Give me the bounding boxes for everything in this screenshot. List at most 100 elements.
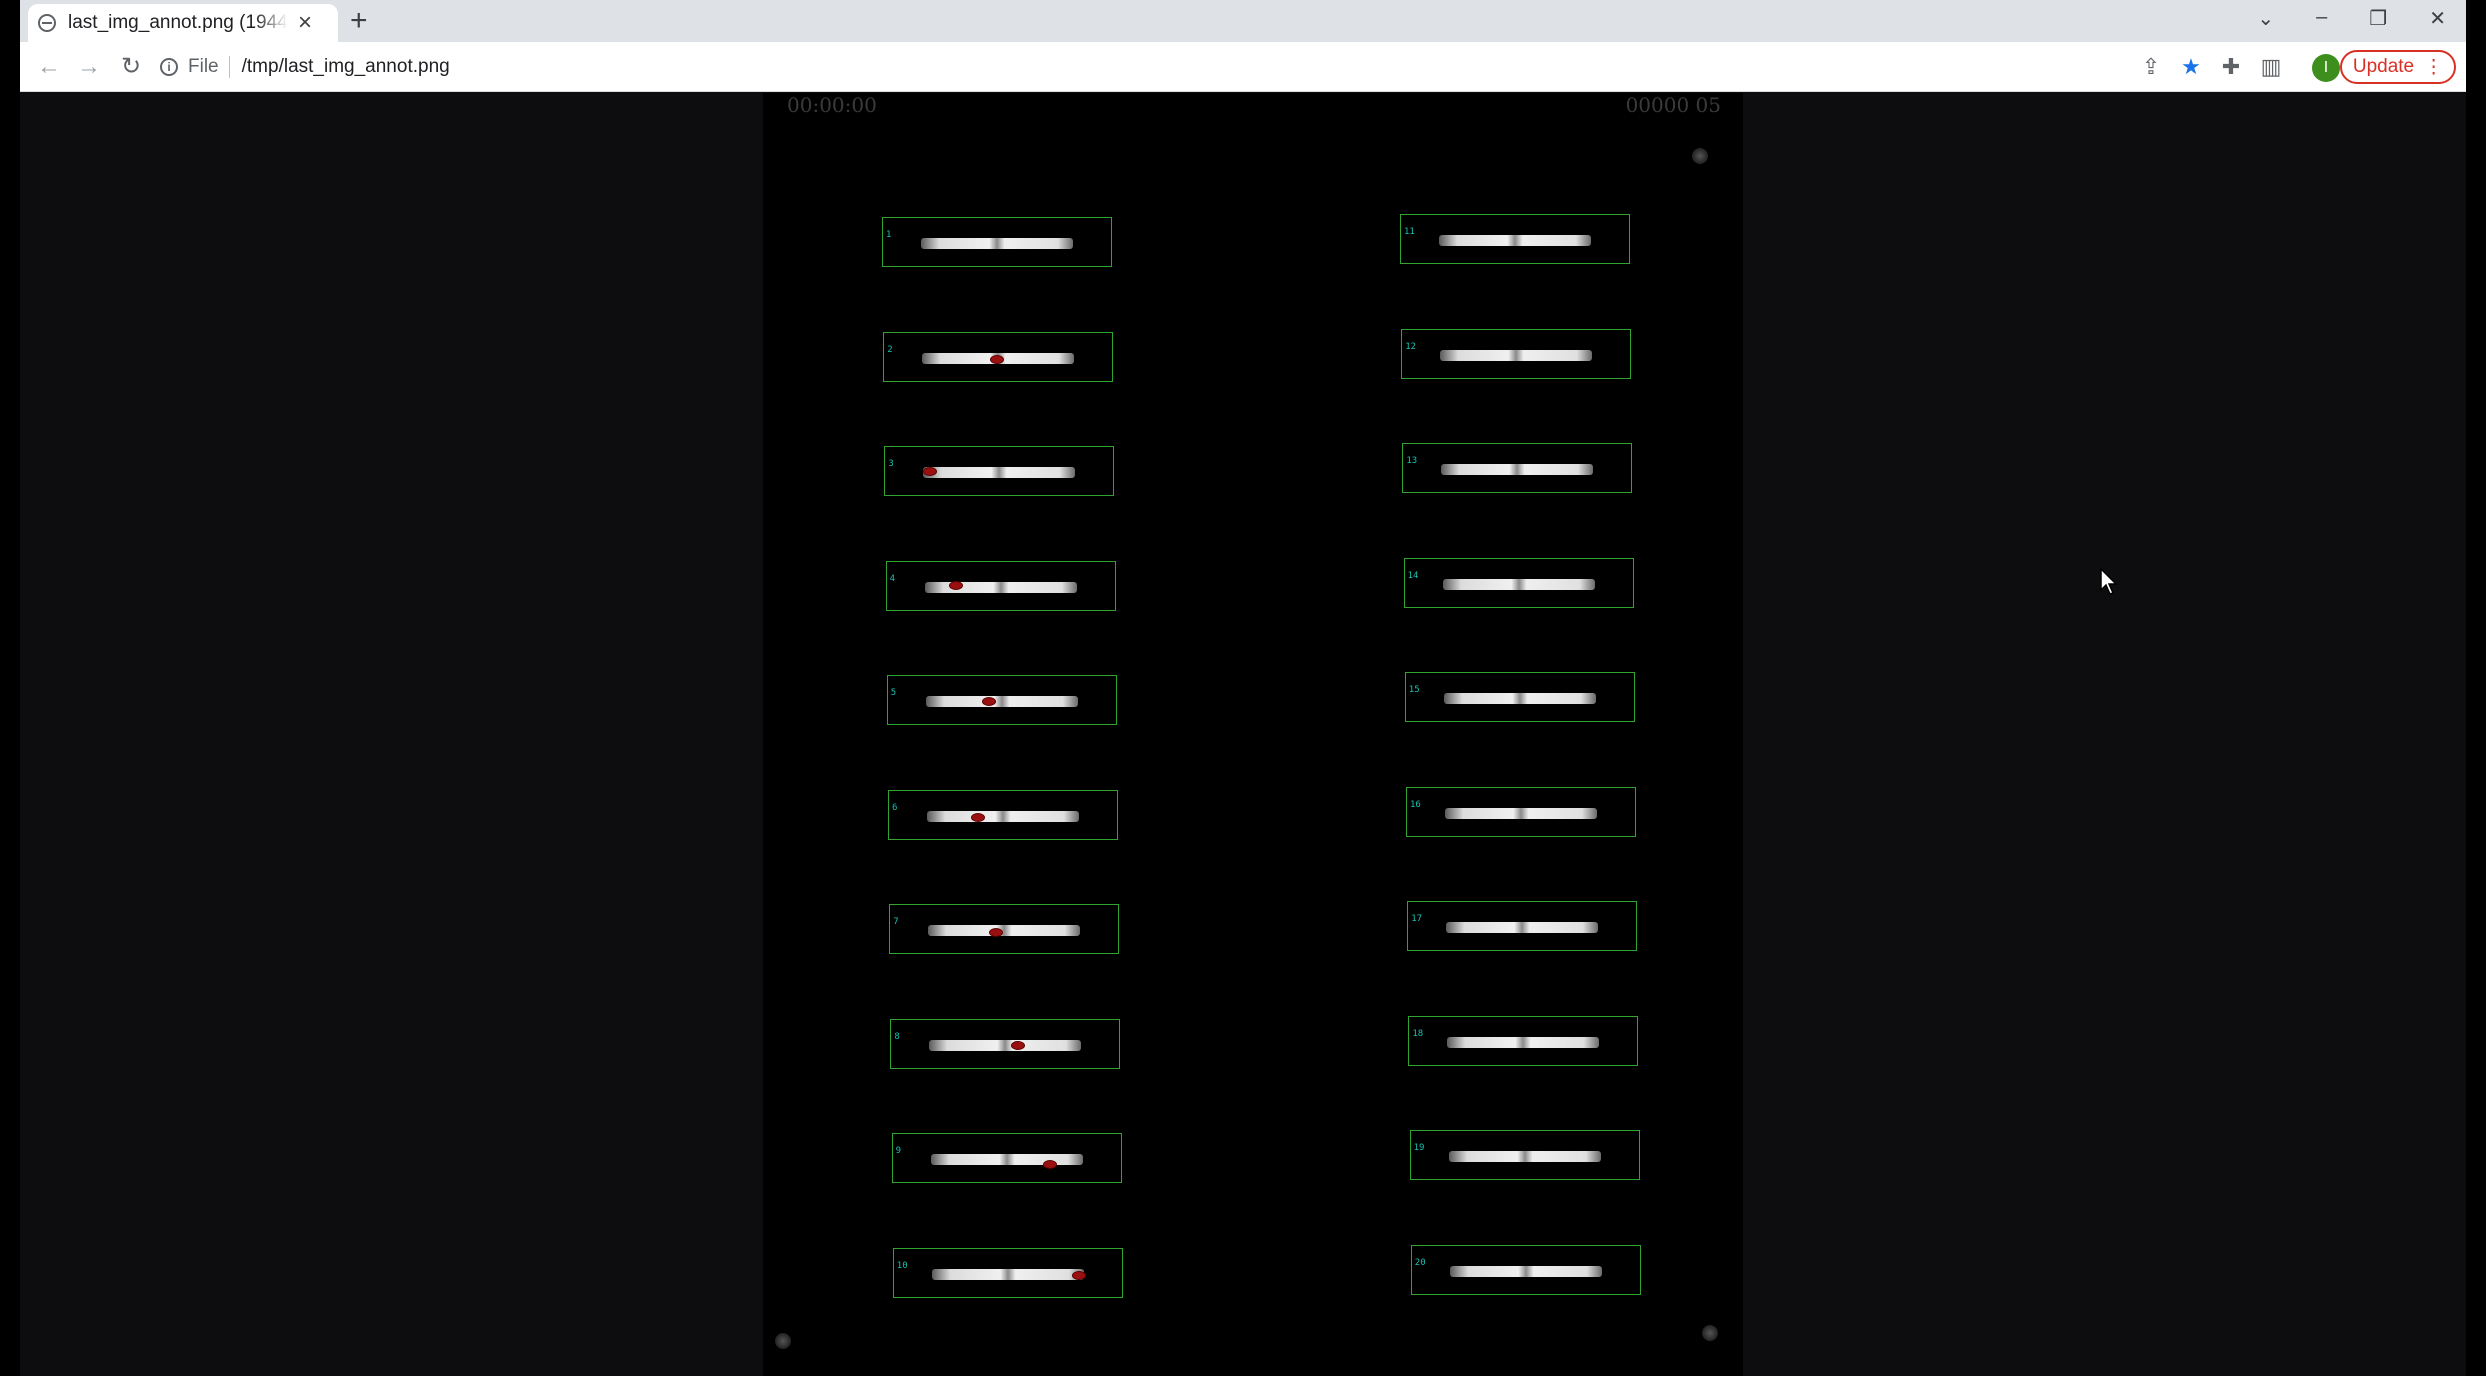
specimen-stripe <box>1447 1036 1600 1048</box>
address-bar[interactable]: i File /tmp/last_img_annot.png <box>160 48 2140 86</box>
well-box: 18 <box>1408 1015 1639 1066</box>
scheme-label: File <box>188 56 219 77</box>
back-arrow-icon[interactable]: ← <box>32 50 66 84</box>
specimen-stripe <box>925 696 1078 707</box>
reload-icon[interactable]: ↻ <box>114 50 148 84</box>
specimen-stripe <box>1443 693 1596 704</box>
well-box: 7 <box>889 904 1120 954</box>
detected-blob <box>990 354 1005 364</box>
well-label: 8 <box>894 1031 900 1042</box>
star-icon[interactable]: ★ <box>2176 52 2206 82</box>
well-box: 8 <box>890 1018 1121 1069</box>
restore-button[interactable]: ❐ <box>2369 6 2387 31</box>
url-text[interactable]: /tmp/last_img_annot.png <box>242 56 450 78</box>
specimen-stripe <box>1445 807 1597 819</box>
specimen-stripe <box>928 925 1081 936</box>
update-button[interactable]: Update ⋮ <box>2340 50 2456 84</box>
well-label: 9 <box>895 1146 902 1156</box>
extensions-icon[interactable]: ✚ <box>2216 52 2246 82</box>
specimen-stripe <box>924 581 1077 593</box>
well-box: 10 <box>892 1247 1123 1298</box>
well-box: 14 <box>1403 557 1634 608</box>
side-panel-icon[interactable]: ▥ <box>2256 52 2286 82</box>
tab-active[interactable]: last_img_annot.png (1944× × <box>28 4 338 42</box>
well-label: 6 <box>892 802 898 813</box>
toolbar: ← → ↻ i File /tmp/last_img_annot.png ⇪ ★… <box>20 42 2466 92</box>
info-icon[interactable]: i <box>160 58 178 76</box>
well-box: 13 <box>1402 443 1633 493</box>
well-label: 11 <box>1404 227 1415 237</box>
well-box: 19 <box>1409 1130 1640 1180</box>
browser-window: last_img_annot.png (1944× × + ⌄ – ❐ ✕ ← … <box>20 0 2466 1376</box>
share-icon[interactable]: ⇪ <box>2136 52 2166 82</box>
window-controls: ⌄ – ❐ ✕ <box>2257 6 2446 31</box>
well-box: 11 <box>1400 214 1630 264</box>
close-tab-button[interactable]: × <box>298 11 312 35</box>
specimen-stripe <box>1441 464 1594 475</box>
detected-blob <box>971 812 985 822</box>
close-window-button[interactable]: ✕ <box>2429 6 2446 31</box>
well-label: 12 <box>1405 341 1417 352</box>
well-box: 17 <box>1407 901 1638 951</box>
specimen-stripe <box>1442 578 1595 590</box>
update-label: Update <box>2352 56 2415 77</box>
well-box: 16 <box>1406 786 1636 837</box>
new-tab-button[interactable]: + <box>350 4 368 38</box>
well-label: 19 <box>1413 1143 1425 1153</box>
specimen-stripe <box>921 238 1073 249</box>
well-label: 7 <box>893 917 899 927</box>
well-box: 1 <box>882 217 1112 267</box>
timestamp-right: 00000 05 <box>1625 93 1721 117</box>
divider <box>228 56 230 78</box>
tab-title: last_img_annot.png (1944× <box>68 12 288 33</box>
image-viewer: 00:00:00 00000 05 1 2 3 4 5 6 7 8 9 10 11 12 13 14 15 1… <box>20 93 2466 1376</box>
well-label: 3 <box>888 459 894 469</box>
detected-blob <box>948 580 963 590</box>
well-label: 15 <box>1408 685 1420 695</box>
well-label: 18 <box>1412 1028 1424 1039</box>
well-box: 5 <box>886 675 1117 725</box>
annotated-image: 00:00:00 00000 05 1 2 3 4 5 6 7 8 9 10 11 12 13 14 15 1… <box>763 93 1743 1376</box>
avatar[interactable]: I <box>2312 54 2340 82</box>
well-box: 6 <box>888 789 1118 840</box>
well-box: 15 <box>1404 672 1635 722</box>
timestamp-left: 00:00:00 <box>787 93 877 117</box>
specimen-stripe <box>927 810 1079 822</box>
well-label: 4 <box>889 573 896 584</box>
minimize-button[interactable]: – <box>2316 6 2327 31</box>
specimen-stripe <box>930 1154 1083 1165</box>
detected-blob <box>1011 1040 1026 1050</box>
specimen-stripe <box>931 1268 1084 1280</box>
specimen-stripe <box>1448 1151 1601 1162</box>
forward-arrow-icon[interactable]: → <box>72 50 106 84</box>
kebab-menu-icon: ⋮ <box>2424 56 2444 78</box>
well-box: 12 <box>1401 328 1632 379</box>
well-box: 3 <box>884 446 1115 496</box>
corner-dot <box>1692 148 1708 164</box>
specimen-stripe <box>1449 1265 1602 1277</box>
corner-dot <box>1702 1325 1718 1341</box>
specimen-stripe <box>1440 349 1593 361</box>
specimen-stripe <box>1439 235 1591 246</box>
tab-search-icon[interactable]: ⌄ <box>2257 6 2274 31</box>
specimen-stripe <box>1446 922 1599 933</box>
well-box: 2 <box>883 331 1114 382</box>
well-box: 9 <box>891 1133 1122 1183</box>
well-label: 20 <box>1414 1257 1426 1268</box>
well-box: 4 <box>885 560 1116 611</box>
detected-blob <box>1042 1160 1057 1169</box>
well-label: 14 <box>1407 570 1419 581</box>
detected-blob <box>981 697 996 706</box>
well-label: 13 <box>1406 456 1418 466</box>
well-label: 1 <box>886 230 892 240</box>
well-label: 17 <box>1411 914 1423 924</box>
well-label: 2 <box>887 344 893 355</box>
well-label: 10 <box>896 1260 908 1271</box>
detected-blob <box>1071 1270 1086 1280</box>
specimen-stripe <box>923 467 1076 478</box>
well-label: 16 <box>1410 799 1421 810</box>
well-label: 5 <box>890 688 897 698</box>
well-box: 20 <box>1410 1244 1641 1295</box>
specimen-stripe <box>929 1039 1082 1051</box>
tab-strip: last_img_annot.png (1944× × + ⌄ – ❐ ✕ <box>20 0 2466 42</box>
